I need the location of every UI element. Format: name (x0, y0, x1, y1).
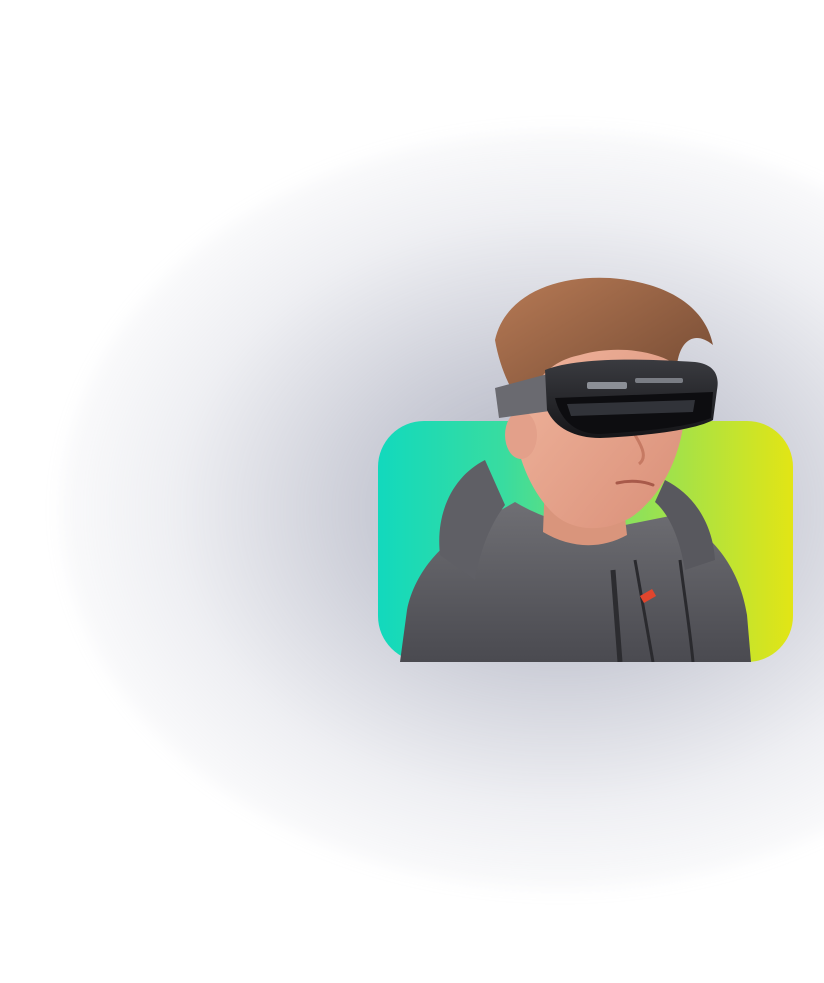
hero-stage (0, 0, 824, 983)
vr-user-photo (395, 270, 755, 662)
